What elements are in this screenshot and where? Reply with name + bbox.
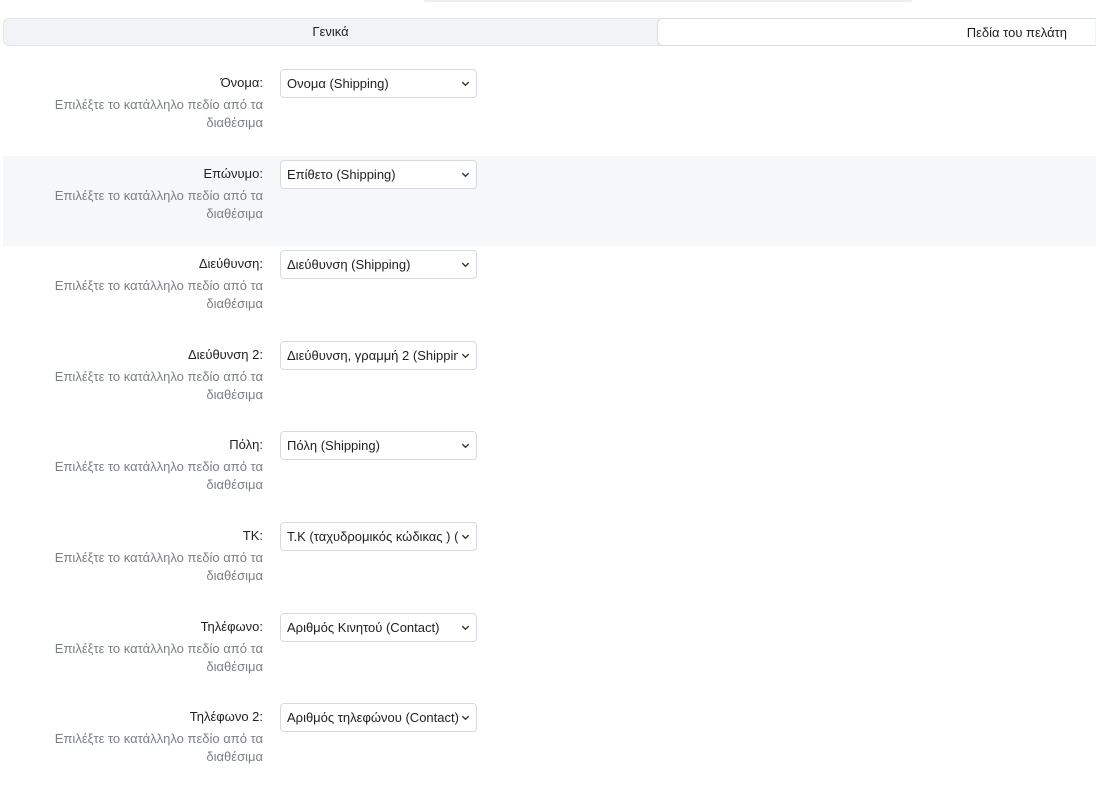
last-name-select[interactable]: Επίθετο (Shipping) (280, 159, 477, 189)
address-2-select[interactable]: Διεύθυνση, γραμμή 2 (Shipping) (280, 340, 477, 370)
chevron-down-icon (461, 172, 470, 177)
field-label: Επώνυμο: (203, 165, 263, 181)
top-panel-edge (424, 0, 912, 2)
select-value: Διεύθυνση (Shipping) (287, 257, 411, 273)
field-row-first-name: Όνομα: Επιλέξτε το κατάλληλο πεδίο από τ… (3, 65, 1096, 156)
chevron-down-icon (461, 444, 470, 449)
field-hint: Επιλέξτε το κατάλληλο πεδίο από τα διαθέ… (54, 640, 263, 674)
field-hint: Επιλέξτε το κατάλληλο πεδίο από τα διαθέ… (54, 368, 263, 402)
select-value: Αριθμός Κινητού (Contact) (287, 619, 440, 635)
select-value: Τ.Κ (ταχυδρομικός κώδικας ) (Shipping) (287, 528, 458, 544)
select-value: Ονομα (Shipping) (287, 76, 389, 91)
field-row-phone-2: Τηλέφωνο 2: Επιλέξτε το κατάλληλο πεδίο … (3, 699, 1096, 790)
phone-select[interactable]: Αριθμός Κινητού (Contact) (280, 612, 477, 642)
select-value: Αριθμός τηλεφώνου (Contact) (287, 710, 458, 726)
field-label: ΤΚ: (242, 527, 263, 543)
tab-general[interactable]: Γενικά (4, 19, 657, 45)
field-row-postal-code: ΤΚ: Επιλέξτε το κατάλληλο πεδίο από τα δ… (3, 518, 1096, 609)
chevron-down-icon (461, 353, 470, 359)
phone-2-select[interactable]: Αριθμός τηλεφώνου (Contact) (280, 703, 477, 733)
field-label: Διεύθυνση: (198, 256, 263, 272)
field-row-phone: Τηλέφωνο: Επιλέξτε το κατάλληλο πεδίο απ… (3, 609, 1096, 700)
field-hint: Επιλέξτε το κατάλληλο πεδίο από τα διαθέ… (54, 731, 263, 765)
field-row-city: Πόλη: Επιλέξτε το κατάλληλο πεδίο από τα… (3, 427, 1096, 518)
select-value: Επίθετο (Shipping) (287, 166, 396, 182)
field-hint: Επιλέξτε το κατάλληλο πεδίο από τα διαθέ… (54, 97, 263, 130)
chevron-down-icon (461, 534, 470, 540)
field-mapping-list: Όνομα: Επιλέξτε το κατάλληλο πεδίο από τ… (3, 65, 1096, 790)
select-value: Διεύθυνση, γραμμή 2 (Shipping) (287, 347, 458, 363)
field-hint: Επιλέξτε το κατάλληλο πεδίο από τα διαθέ… (54, 187, 263, 221)
field-hint: Επιλέξτε το κατάλληλο πεδίο από τα διαθέ… (54, 459, 263, 493)
field-row-address: Διεύθυνση: Επιλέξτε το κατάλληλο πεδίο α… (3, 246, 1096, 337)
field-label: Πόλη: (229, 437, 263, 453)
field-label: Τηλέφωνο: (200, 618, 263, 634)
chevron-down-icon (461, 81, 470, 87)
field-label: Διεύθυνση 2: (187, 346, 263, 362)
chevron-down-icon (461, 715, 470, 721)
first-name-select[interactable]: Ονομα (Shipping) (280, 69, 477, 98)
field-hint: Επιλέξτε το κατάλληλο πεδίο από τα διαθέ… (54, 278, 263, 312)
field-row-last-name: Επώνυμο: Επιλέξτε το κατάλληλο πεδίο από… (3, 155, 1096, 247)
field-hint: Επιλέξτε το κατάλληλο πεδίο από τα διαθέ… (54, 549, 263, 583)
field-label: Όνομα: (220, 75, 263, 90)
postal-code-select[interactable]: Τ.Κ (ταχυδρομικός κώδικας ) (Shipping) (280, 521, 477, 551)
tab-bar: Γενικά Πεδία του πελάτη (3, 18, 1096, 46)
tab-customer-fields[interactable]: Πεδία του πελάτη (657, 18, 1095, 46)
chevron-down-icon (461, 262, 470, 268)
address-select[interactable]: Διεύθυνση (Shipping) (280, 250, 477, 280)
field-label: Τηλέφωνο 2: (189, 709, 263, 725)
field-row-address-2: Διεύθυνση 2: Επιλέξτε το κατάλληλο πεδίο… (3, 337, 1096, 428)
city-select[interactable]: Πόλη (Shipping) (280, 431, 477, 461)
select-value: Πόλη (Shipping) (287, 438, 380, 454)
chevron-down-icon (461, 625, 470, 630)
